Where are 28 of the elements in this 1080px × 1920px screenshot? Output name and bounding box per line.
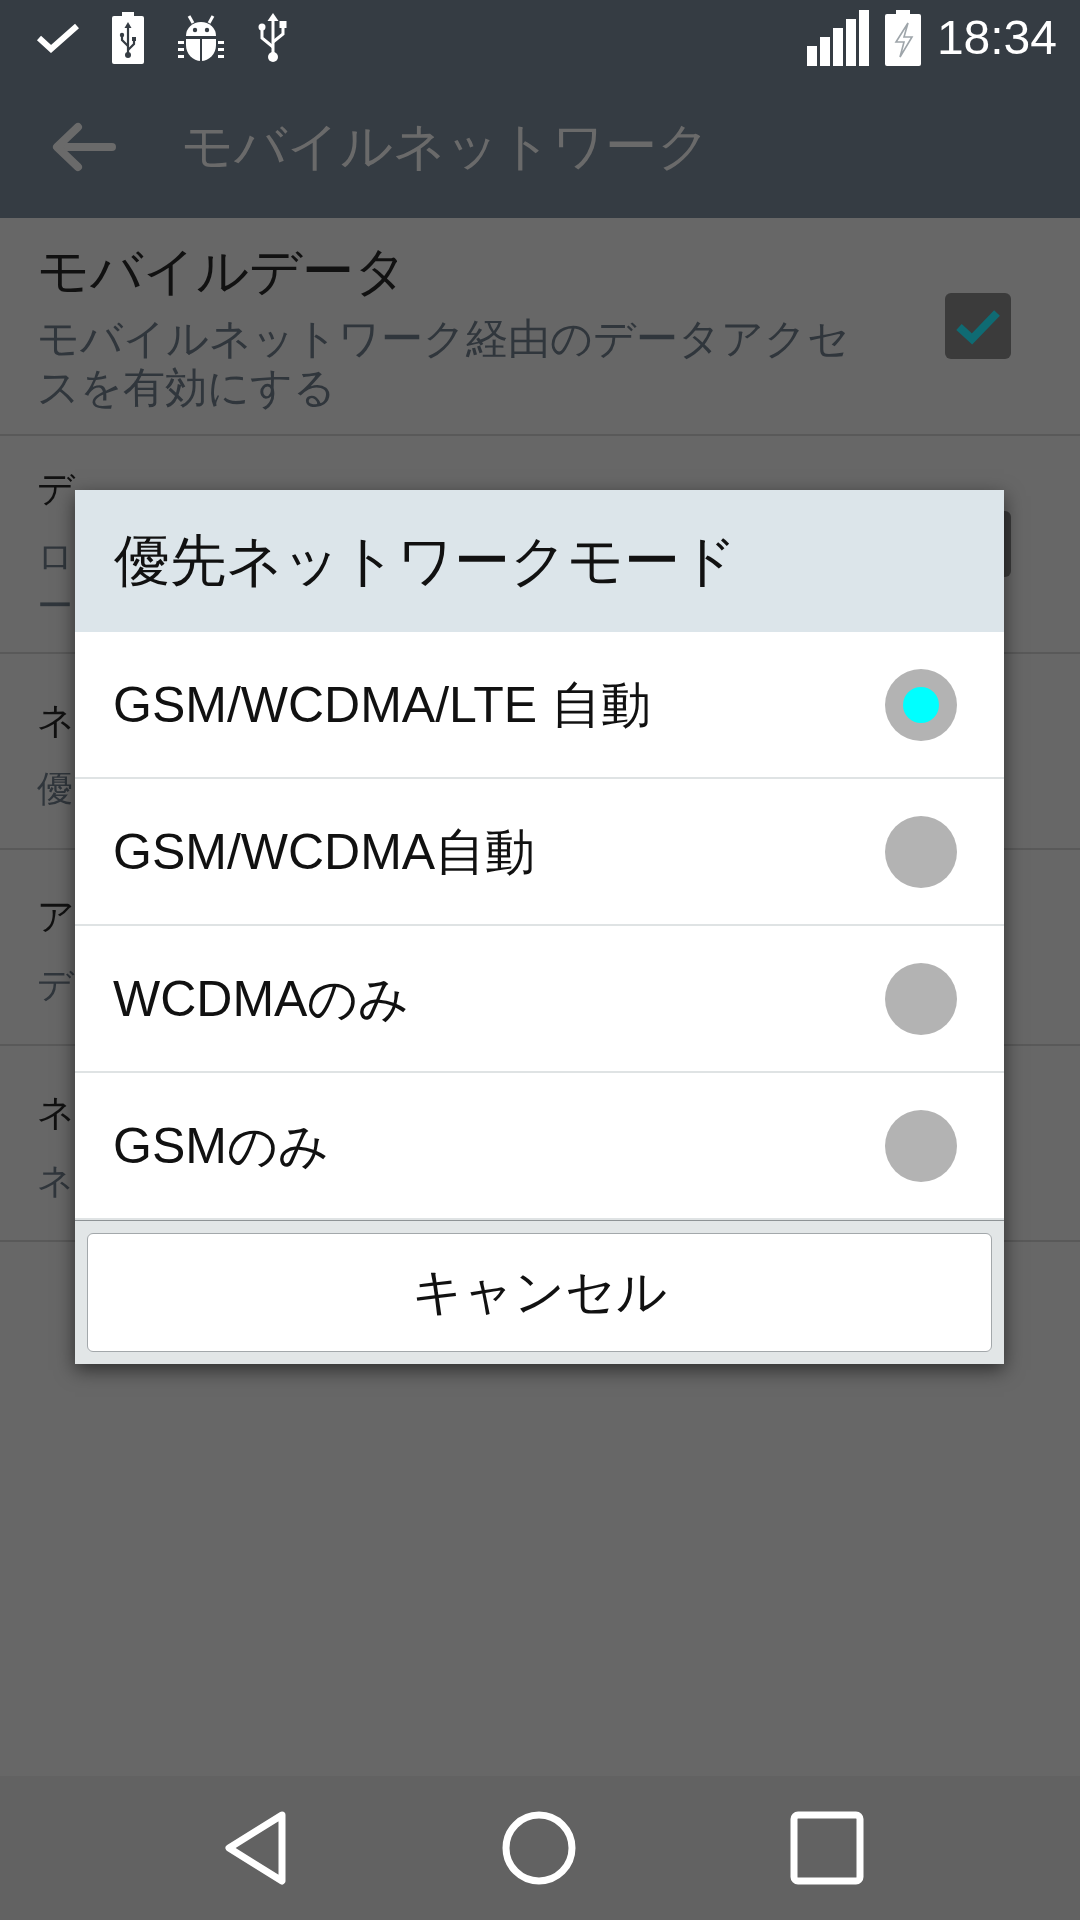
signal-icon — [806, 10, 869, 66]
setting-title: デ — [37, 467, 75, 511]
status-time: 18:34 — [936, 14, 1057, 62]
usb-icon — [258, 13, 288, 63]
radio-button[interactable] — [885, 962, 957, 1035]
option-label[interactable]: GSM/WCDMA/LTE 自動 — [113, 674, 651, 735]
option-label[interactable]: WCDMAのみ — [113, 968, 410, 1029]
option-label[interactable]: GSMのみ — [113, 1115, 329, 1176]
option-label[interactable]: GSM/WCDMA自動 — [113, 821, 536, 882]
charging-battery-icon — [884, 10, 921, 66]
radio-button[interactable] — [885, 815, 957, 888]
setting-title: モバイルデータ — [37, 241, 407, 302]
setting-summary: デ — [37, 962, 74, 1007]
bug-icon — [176, 14, 226, 62]
dialog-title: 優先ネットワークモード — [114, 528, 737, 594]
recents-icon[interactable] — [790, 1811, 864, 1885]
radio-button[interactable] — [885, 668, 957, 741]
back-icon[interactable] — [222, 1810, 288, 1886]
radio-button[interactable] — [885, 1109, 957, 1182]
home-icon[interactable] — [502, 1811, 576, 1885]
usb-battery-icon — [112, 12, 144, 64]
setting-title: ネ — [37, 698, 75, 743]
check-icon — [36, 23, 80, 53]
checkbox[interactable] — [945, 293, 1011, 359]
setting-title: ア — [37, 894, 75, 939]
setting-summary: ネ — [37, 1158, 74, 1203]
cancel-button[interactable]: キャンセル — [87, 1233, 992, 1352]
setting-title: ネ — [37, 1090, 75, 1135]
